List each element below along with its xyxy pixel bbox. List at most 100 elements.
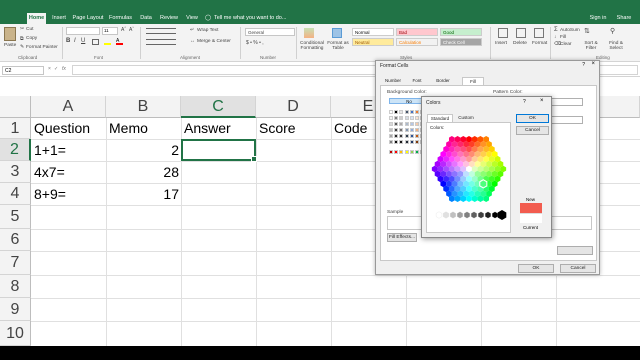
tab-page-layout[interactable]: Page Layout (72, 13, 104, 24)
row-header-9[interactable]: 9 (0, 298, 31, 321)
fill-swatch[interactable] (409, 150, 414, 154)
cell-a3[interactable]: 4x7= (34, 164, 65, 180)
fill-swatch[interactable] (389, 122, 393, 126)
format-as-table-icon[interactable] (332, 28, 342, 38)
row-header-3[interactable]: 3 (0, 161, 31, 183)
insert-cells-icon[interactable] (498, 28, 508, 38)
fill-swatch[interactable] (394, 140, 399, 144)
find-select-button[interactable]: Find & Select (604, 41, 628, 51)
number-format-dropdown[interactable]: General (245, 28, 295, 36)
fill-swatch[interactable] (389, 150, 393, 154)
fill-swatch[interactable] (409, 116, 414, 120)
gray-cell[interactable] (449, 211, 457, 219)
cell-a2[interactable]: 1+1= (34, 142, 66, 158)
fill-swatch[interactable] (404, 150, 409, 154)
font-color-icon[interactable]: A (116, 39, 123, 45)
row-header-1[interactable]: 1 (0, 118, 31, 139)
fill-swatch[interactable] (404, 134, 409, 138)
shrink-font-icon[interactable]: Aˇ (129, 27, 134, 33)
fill-swatch[interactable] (404, 110, 409, 114)
wrap-text-button[interactable]: Wrap Text (197, 28, 218, 33)
gray-cell[interactable] (484, 211, 492, 219)
format-cells-icon[interactable] (534, 28, 544, 38)
format-cells-cancel-button[interactable]: Cancel (560, 264, 596, 273)
fill-swatch[interactable] (415, 116, 419, 120)
fill-swatch[interactable] (404, 128, 409, 132)
sign-in-link[interactable]: Sign in (588, 13, 608, 24)
merge-center-button[interactable]: Merge & Center (197, 39, 231, 44)
fill-swatch[interactable] (409, 110, 414, 114)
cell-style-bad[interactable]: Bad (396, 28, 438, 36)
row-header-7[interactable]: 7 (0, 251, 31, 275)
tab-home[interactable]: Home (27, 13, 46, 24)
sort-filter-button[interactable]: Sort & Filter (580, 41, 602, 51)
tab-insert[interactable]: Insert (50, 13, 68, 24)
copy-button[interactable]: Copy (26, 36, 37, 41)
cut-button[interactable]: Cut (26, 27, 33, 32)
enter-entry-icon[interactable]: ✓ (54, 66, 58, 72)
fill-button[interactable]: Fill (560, 35, 566, 40)
format-cells-ok-button[interactable]: OK (518, 264, 554, 273)
format-painter-button[interactable]: Format Painter (26, 45, 58, 50)
name-box[interactable]: C2 (2, 66, 44, 75)
fill-swatch[interactable] (389, 140, 393, 144)
row-header-6[interactable]: 6 (0, 229, 31, 251)
fill-swatch[interactable] (415, 122, 419, 126)
fill-swatch[interactable] (409, 134, 414, 138)
cell-style-good[interactable]: Good (440, 28, 482, 36)
fill-swatch[interactable] (389, 110, 393, 114)
column-header-d[interactable]: D (256, 96, 331, 118)
cell-b3[interactable]: 28 (106, 164, 179, 180)
insert-cells-button[interactable]: Insert (495, 41, 507, 46)
cell-style-neutral[interactable]: Neutral (352, 38, 394, 46)
cancel-entry-icon[interactable]: × (48, 66, 51, 72)
fill-swatch[interactable] (399, 140, 404, 144)
tab-fill[interactable]: Fill (462, 77, 484, 85)
cell-d1[interactable]: Score (259, 120, 296, 136)
format-as-table-button[interactable]: Format as Table (326, 41, 350, 51)
fill-swatch[interactable] (394, 116, 399, 120)
help-icon[interactable]: ? (582, 62, 585, 68)
fill-swatch[interactable] (415, 134, 419, 138)
tab-standard[interactable]: Standard (427, 114, 453, 122)
row-header-2[interactable]: 2 (0, 139, 31, 161)
insert-function-button[interactable]: fx (62, 66, 66, 72)
select-all-corner[interactable] (0, 96, 31, 118)
currency-icon[interactable]: $ • % • , (246, 40, 264, 46)
tab-custom[interactable]: Custom (455, 114, 477, 122)
row-header-5[interactable]: 5 (0, 205, 31, 229)
cell-a1[interactable]: Question (34, 120, 90, 136)
tell-me-search[interactable]: Tell me what you want to do... (214, 13, 314, 24)
fill-swatch[interactable] (399, 128, 404, 132)
column-header-a[interactable]: A (31, 96, 106, 118)
cell-b1[interactable]: Memo (109, 120, 148, 136)
fill-swatch[interactable] (404, 140, 409, 144)
fill-swatch[interactable] (415, 150, 419, 154)
cell-a4[interactable]: 8+9= (34, 186, 66, 202)
cell-e1[interactable]: Code (334, 120, 367, 136)
tab-review[interactable]: Review (158, 13, 180, 24)
fill-swatch[interactable] (399, 150, 404, 154)
align-lines-icon[interactable] (146, 28, 176, 34)
color-hexagon-picker[interactable] (427, 129, 512, 234)
black-cell[interactable] (497, 210, 507, 220)
fill-swatch[interactable] (394, 122, 399, 126)
gray-cell[interactable] (491, 211, 499, 219)
paste-icon[interactable] (4, 27, 16, 41)
gray-cell[interactable] (435, 211, 443, 219)
paste-label[interactable]: Paste (4, 43, 16, 48)
fill-swatch[interactable] (399, 134, 404, 138)
tab-data[interactable]: Data (138, 13, 154, 24)
fill-swatch[interactable] (404, 122, 409, 126)
fill-swatch[interactable] (404, 116, 409, 120)
delete-cells-button[interactable]: Delete (513, 41, 527, 46)
fill-swatch[interactable] (389, 128, 393, 132)
fill-swatch[interactable] (399, 122, 404, 126)
fill-swatch[interactable] (399, 116, 404, 120)
bold-button[interactable]: B (66, 38, 70, 44)
cell-style-normal[interactable]: Normal (352, 28, 394, 36)
borders-icon[interactable] (92, 39, 99, 45)
fill-swatch[interactable] (389, 134, 393, 138)
cell-b2[interactable]: 2 (106, 142, 179, 158)
close-icon[interactable]: × (591, 61, 595, 67)
